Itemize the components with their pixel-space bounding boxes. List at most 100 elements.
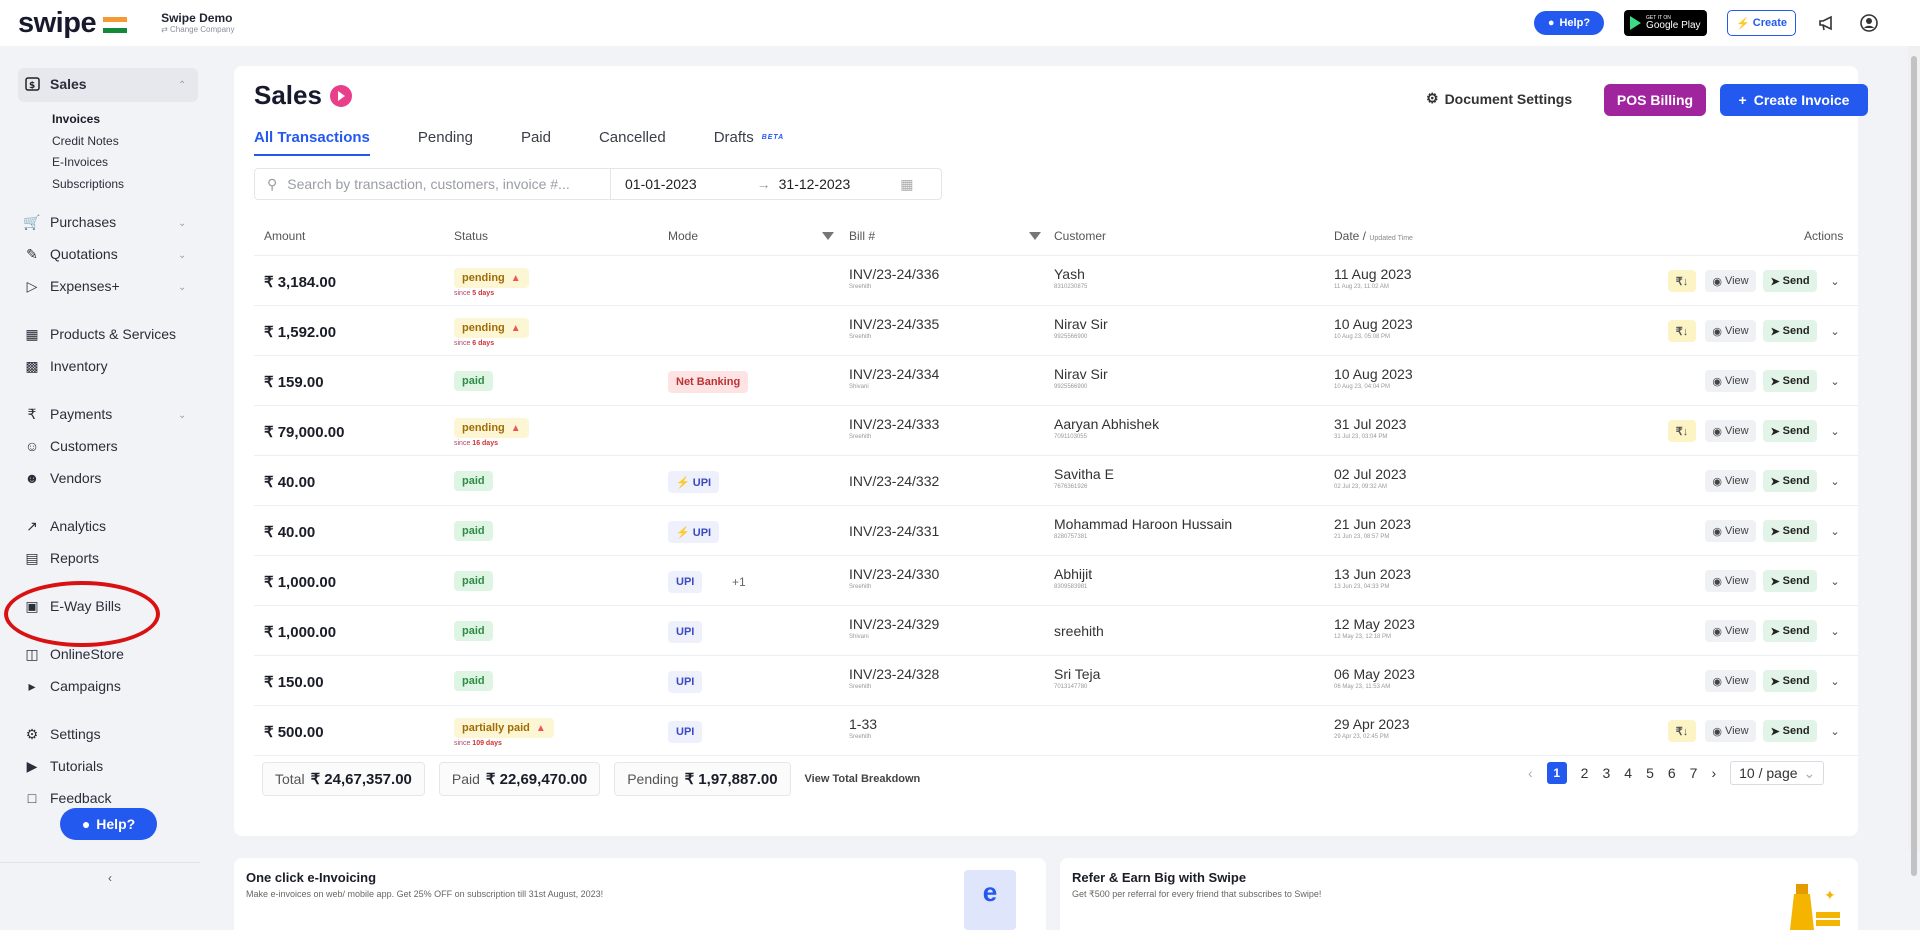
bill-number[interactable]: INV/23-24/331	[849, 523, 939, 539]
sidebar-subitem-credit-notes[interactable]: Credit Notes	[52, 134, 119, 148]
page-4[interactable]: 4	[1624, 765, 1632, 781]
tab-all-transactions[interactable]: All Transactions	[254, 126, 370, 156]
prev-page-icon[interactable]: ‹	[1528, 765, 1533, 781]
create-invoice-button[interactable]: + Create Invoice	[1720, 84, 1868, 116]
view-button[interactable]: ◉ View	[1705, 420, 1756, 442]
record-payment-button[interactable]: ₹↓	[1668, 720, 1696, 742]
customer-cell[interactable]: Aaryan Abhishek 7091103055	[1054, 416, 1159, 440]
send-button[interactable]: ➤ Send	[1763, 720, 1817, 742]
send-button[interactable]: ➤ Send	[1763, 370, 1817, 392]
sidebar-item-payments[interactable]: ₹ Payments	[24, 406, 113, 423]
view-total-breakdown-link[interactable]: View Total Breakdown	[805, 773, 921, 785]
send-button[interactable]: ➤ Send	[1763, 470, 1817, 492]
send-button[interactable]: ➤ Send	[1763, 520, 1817, 542]
collapse-icon[interactable]: ‹	[108, 871, 112, 885]
change-company-link[interactable]: ⇄ Change Company	[161, 26, 234, 34]
tab-paid[interactable]: Paid	[521, 126, 551, 156]
table-row[interactable]: ₹ 500.00 partially paid ▲ since 109 days …	[254, 706, 1858, 756]
play-video-icon[interactable]	[329, 84, 352, 107]
bill-number[interactable]: INV/23-24/335 Sreehith	[849, 316, 939, 340]
create-button-top[interactable]: ⚡ Create	[1727, 10, 1796, 36]
table-row[interactable]: ₹ 1,000.00 paid UPI +1 INV/23-24/330 Sree…	[254, 556, 1858, 606]
scrollbar-thumb[interactable]	[1911, 56, 1917, 876]
view-button[interactable]: ◉ View	[1705, 270, 1756, 292]
sidebar-item-campaigns[interactable]: ▸ Campaigns	[24, 678, 120, 695]
sidebar-item-settings[interactable]: ⚙ Settings	[24, 726, 101, 743]
customer-cell[interactable]: Nirav Sir 9925566900	[1054, 316, 1108, 340]
scrollbar[interactable]	[1908, 46, 1920, 876]
send-button[interactable]: ➤ Send	[1763, 620, 1817, 642]
customer-cell[interactable]: Mohammad Haroon Hussain 8280757381	[1054, 516, 1232, 540]
help-button-top[interactable]: ● Help?	[1533, 11, 1605, 35]
sidebar-subitem-subscriptions[interactable]: Subscriptions	[52, 177, 124, 191]
customer-cell[interactable]: Nirav Sir 9925566900	[1054, 366, 1108, 390]
page-7[interactable]: 7	[1690, 765, 1698, 781]
send-button[interactable]: ➤ Send	[1763, 420, 1817, 442]
chevron-down-icon[interactable]: ⌄	[1824, 620, 1846, 642]
table-row[interactable]: ₹ 159.00 paid Net Banking INV/23-24/334 S…	[254, 356, 1858, 406]
customer-cell[interactable]: Savitha E 7676361926	[1054, 466, 1114, 490]
extra-modes-count[interactable]: +1	[732, 575, 746, 589]
chevron-down-icon[interactable]: ⌄	[1824, 570, 1846, 592]
table-row[interactable]: ₹ 40.00 paid ⚡ UPI INV/23-24/331 Mohamma…	[254, 506, 1858, 556]
sidebar-item-expenses[interactable]: ▷ Expenses+	[24, 278, 120, 295]
table-row[interactable]: ₹ 150.00 paid UPI INV/23-24/328 Sreehith …	[254, 656, 1858, 706]
view-button[interactable]: ◉ View	[1705, 620, 1756, 642]
chevron-down-icon[interactable]: ⌄	[178, 410, 186, 421]
pos-billing-button[interactable]: POS Billing	[1604, 84, 1706, 116]
sidebar-item-vendors[interactable]: ☻ Vendors	[24, 470, 102, 486]
sidebar-item-sales[interactable]: $ Sales	[24, 76, 87, 92]
page-6[interactable]: 6	[1668, 765, 1676, 781]
sidebar-item-quotations[interactable]: ✎ Quotations	[24, 246, 118, 263]
chevron-down-icon[interactable]: ⌄	[1824, 320, 1846, 342]
help-button-sidebar[interactable]: ● Help?	[60, 808, 157, 840]
chevron-down-icon[interactable]: ⌄	[1824, 420, 1846, 442]
page-size-select[interactable]: 10 / page ⌄	[1730, 761, 1825, 785]
sidebar-item-tutorials[interactable]: ▶ Tutorials	[24, 758, 104, 775]
sidebar-collapse-area[interactable]: ‹	[0, 862, 200, 892]
sidebar-item-inventory[interactable]: ▩ Inventory	[24, 358, 107, 375]
table-row[interactable]: ₹ 1,000.00 paid UPI INV/23-24/329 Shivani…	[254, 606, 1858, 656]
tab-drafts[interactable]: Drafts BETA	[714, 126, 785, 156]
record-payment-button[interactable]: ₹↓	[1668, 320, 1696, 342]
send-button[interactable]: ➤ Send	[1763, 670, 1817, 692]
view-button[interactable]: ◉ View	[1705, 370, 1756, 392]
chevron-down-icon[interactable]: ⌄	[178, 218, 186, 229]
customer-cell[interactable]: Abhijit 8309583981	[1054, 566, 1092, 590]
user-account-icon[interactable]	[1858, 12, 1880, 34]
view-button[interactable]: ◉ View	[1705, 670, 1756, 692]
sidebar-subitem-e-invoices[interactable]: E-Invoices	[52, 155, 108, 169]
page-5[interactable]: 5	[1646, 765, 1654, 781]
table-row[interactable]: ₹ 40.00 paid ⚡ UPI INV/23-24/332 Savitha…	[254, 456, 1858, 506]
bill-number[interactable]: INV/23-24/333 Sreehith	[849, 416, 939, 440]
record-payment-button[interactable]: ₹↓	[1668, 420, 1696, 442]
table-row[interactable]: ₹ 1,592.00 pending ▲ since 6 days INV/23-…	[254, 306, 1858, 356]
page-1[interactable]: 1	[1546, 762, 1567, 784]
table-row[interactable]: ₹ 79,000.00 pending ▲ since 16 days INV/2…	[254, 406, 1858, 456]
send-button[interactable]: ➤ Send	[1763, 320, 1817, 342]
megaphone-icon[interactable]	[1816, 12, 1838, 34]
next-page-icon[interactable]: ›	[1711, 765, 1716, 781]
sidebar-item-products-services[interactable]: ▦ Products & Services	[24, 326, 176, 343]
send-button[interactable]: ➤ Send	[1763, 570, 1817, 592]
view-button[interactable]: ◉ View	[1705, 320, 1756, 342]
page-2[interactable]: 2	[1581, 765, 1589, 781]
table-row[interactable]: ₹ 3,184.00 pending ▲ since 5 days INV/23-…	[254, 256, 1858, 306]
promo-refer-earn[interactable]: Refer & Earn Big with Swipe Get ₹500 per…	[1060, 858, 1858, 930]
view-button[interactable]: ◉ View	[1705, 520, 1756, 542]
send-button[interactable]: ➤ Send	[1763, 270, 1817, 292]
document-settings-button[interactable]: ⚙ Document Settings	[1426, 90, 1572, 107]
chevron-down-icon[interactable]: ⌄	[1824, 670, 1846, 692]
chevron-down-icon[interactable]: ⌄	[1824, 370, 1846, 392]
chevron-down-icon[interactable]: ⌄	[1824, 470, 1846, 492]
view-button[interactable]: ◉ View	[1705, 570, 1756, 592]
chevron-down-icon[interactable]: ⌄	[178, 250, 186, 261]
tab-cancelled[interactable]: Cancelled	[599, 126, 666, 156]
bill-number[interactable]: INV/23-24/328 Sreehith	[849, 666, 939, 690]
record-payment-button[interactable]: ₹↓	[1668, 270, 1696, 292]
chevron-up-icon[interactable]: ⌃	[178, 80, 186, 91]
customer-cell[interactable]: Sri Teja 7013147780	[1054, 666, 1100, 690]
chevron-down-icon[interactable]: ⌄	[1824, 270, 1846, 292]
bill-number[interactable]: INV/23-24/330 Sreehith	[849, 566, 939, 590]
promo-einvoicing[interactable]: One click e-Invoicing Make e-invoices on…	[234, 858, 1046, 930]
